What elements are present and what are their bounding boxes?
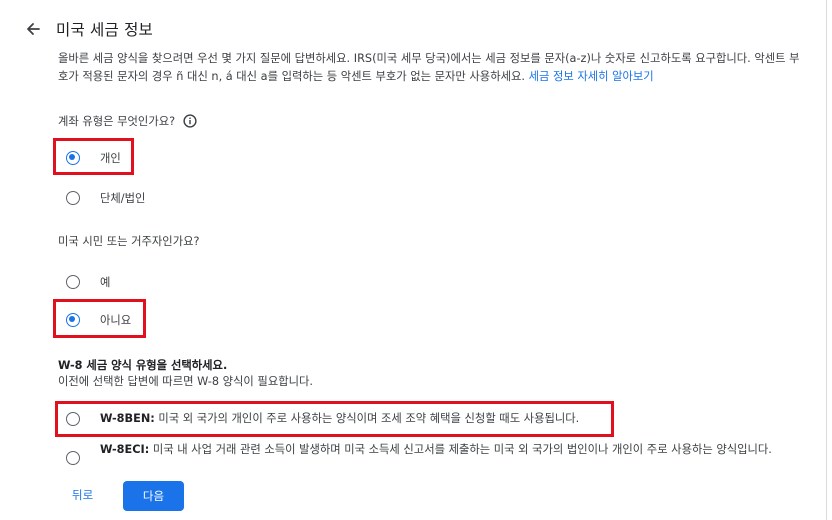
radio-individual[interactable]: 개인 [66, 150, 121, 166]
radio-button[interactable] [66, 412, 80, 426]
radio-yes[interactable]: 예 [66, 274, 110, 290]
intro-text: 올바른 세금 양식을 찾으려면 우선 몇 가지 질문에 답변하세요. IRS(미… [58, 52, 800, 83]
page-header: 미국 세금 정보 [22, 14, 153, 44]
w8ben-desc: 미국 외 국가의 개인이 주로 사용하는 양식이며 조세 조약 혜택을 신청할 … [154, 412, 580, 425]
intro-paragraph: 올바른 세금 양식을 찾으려면 우선 몇 가지 질문에 답변하세요. IRS(미… [58, 50, 808, 85]
info-icon[interactable] [183, 114, 197, 128]
radio-no[interactable]: 아니요 [66, 312, 131, 328]
radio-entity-label: 단체/법인 [100, 192, 146, 205]
page-title: 미국 세금 정보 [56, 21, 154, 39]
w8eci-text: W-8ECI: 미국 내 사업 거래 관련 소득이 발생하며 미국 소득세 신고… [100, 441, 800, 458]
radio-w8ben[interactable]: W-8BEN: 미국 외 국가의 개인이 주로 사용하는 양식이며 조세 조약 … [66, 410, 800, 427]
account-type-question-label: 계좌 유형은 무엇인가요? [58, 115, 176, 128]
radio-w8eci[interactable]: W-8ECI: 미국 내 사업 거래 관련 소득이 발생하며 미국 소득세 신고… [66, 441, 800, 465]
back-arrow-icon[interactable] [22, 18, 44, 40]
w8eci-desc: 미국 내 사업 거래 관련 소득이 발생하며 미국 소득세 신고서를 제출하는 … [149, 443, 772, 456]
radio-yes-label: 예 [100, 276, 111, 289]
radio-individual-label: 개인 [100, 152, 121, 165]
back-button[interactable]: 뒤로 [72, 487, 93, 503]
radio-button-checked[interactable] [66, 151, 80, 165]
us-citizen-question-label: 미국 시민 또는 거주자인가요? [58, 235, 200, 248]
w8-section-title: W-8 세금 양식 유형을 선택하세요. [58, 359, 228, 372]
w8-section-subtitle: 이전에 선택한 답변에 따르면 W-8 양식이 필요합니다. [58, 375, 313, 388]
radio-button[interactable] [66, 191, 80, 205]
account-type-question: 계좌 유형은 무엇인가요? [58, 113, 197, 129]
radio-button[interactable] [66, 451, 80, 465]
radio-button-checked[interactable] [66, 313, 80, 327]
next-button[interactable]: 다음 [123, 481, 184, 511]
radio-no-label: 아니요 [100, 314, 132, 327]
learn-more-link[interactable]: 세금 정보 자세히 알아보기 [529, 70, 654, 83]
tax-info-page: 미국 세금 정보 올바른 세금 양식을 찾으려면 우선 몇 가지 질문에 답변하… [0, 0, 827, 520]
w8eci-code: W-8ECI: [100, 443, 150, 456]
w8ben-text: W-8BEN: 미국 외 국가의 개인이 주로 사용하는 양식이며 조세 조약 … [100, 410, 800, 427]
radio-entity[interactable]: 단체/법인 [66, 190, 145, 206]
us-citizen-question: 미국 시민 또는 거주자인가요? [58, 233, 200, 249]
radio-button[interactable] [66, 275, 80, 289]
w8ben-code: W-8BEN: [100, 412, 155, 425]
